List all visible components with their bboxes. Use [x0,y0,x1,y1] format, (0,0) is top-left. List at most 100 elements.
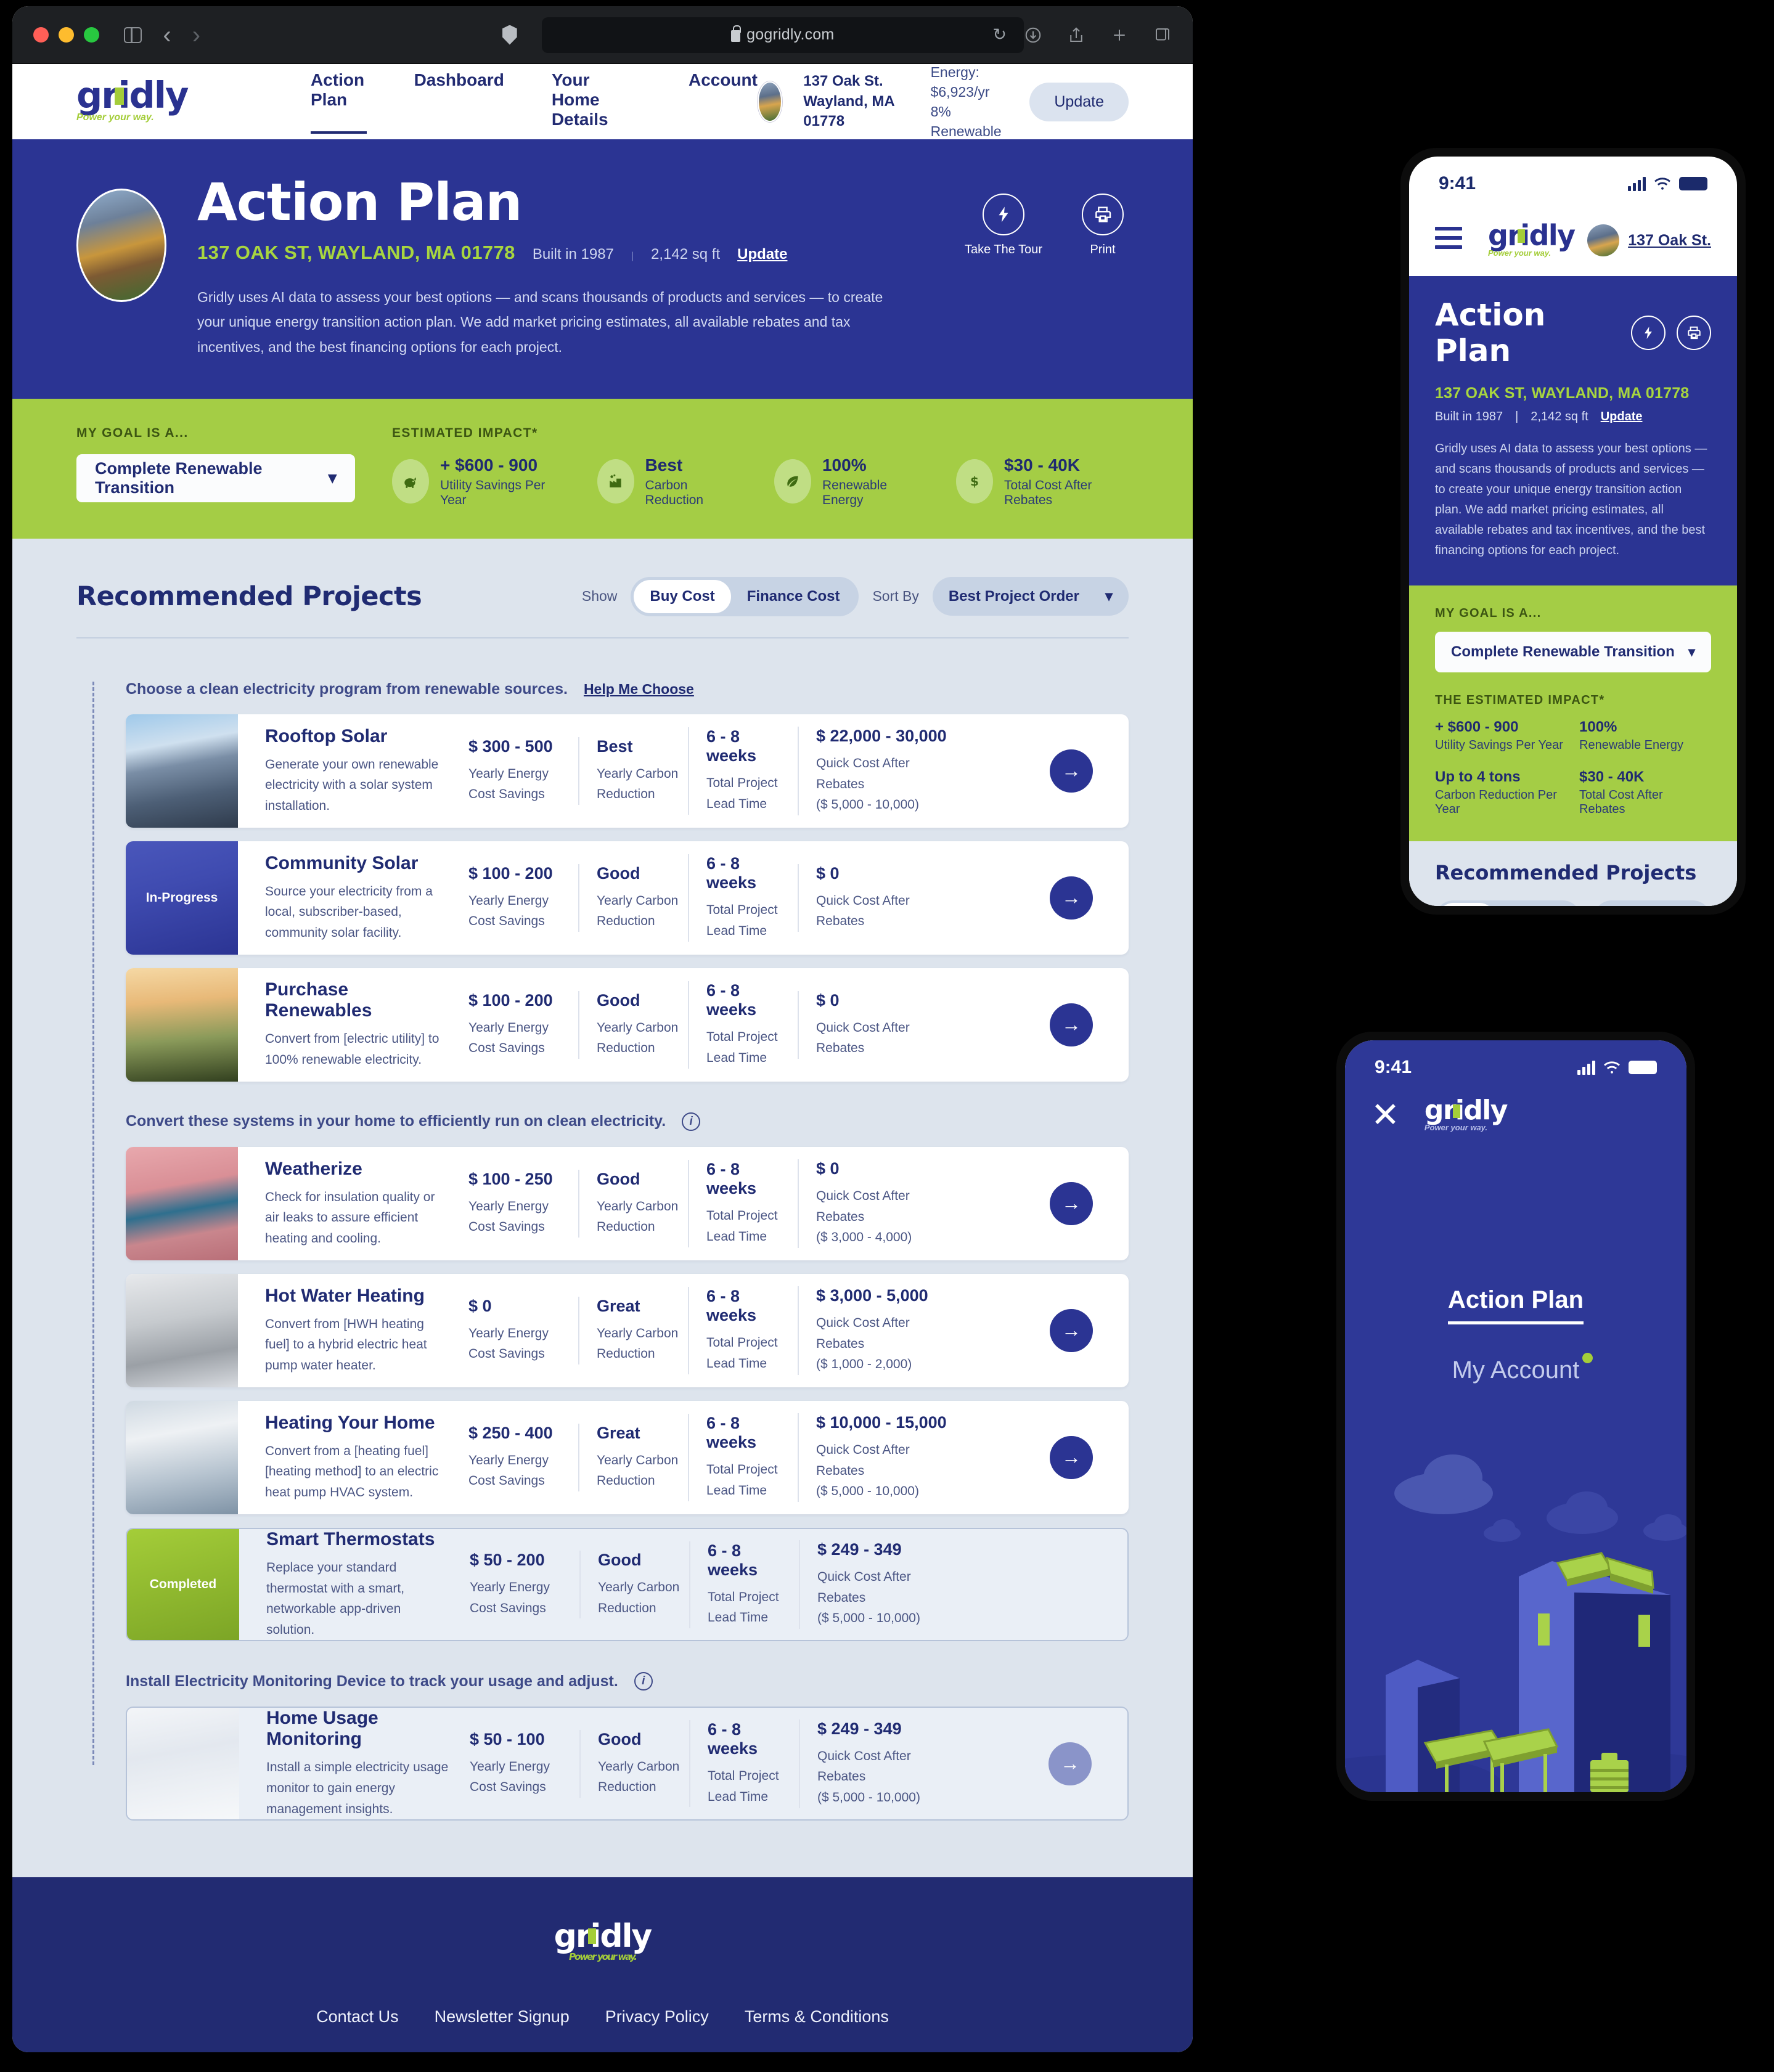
project-cost-value: $ 0 [816,990,840,1009]
window-controls[interactable] [33,27,99,43]
printer-icon[interactable] [1677,316,1711,350]
project-cost-label: Quick Cost After Rebates ($ 1,000 - 2,000… [816,1316,912,1372]
gridly-logo[interactable]: gridly Power your way. [76,77,189,123]
project-cost-label: Quick Cost After Rebates ($ 5,000 - 10,00… [817,1748,920,1805]
take-the-tour-button[interactable]: Take The Tour [965,194,1042,257]
project-open-button[interactable]: → [1048,1742,1092,1785]
sort-select[interactable]: Best Project Order ▾ [932,577,1129,616]
close-window-button[interactable] [33,27,49,43]
project-card[interactable]: Purchase Renewables Convert from [electri… [126,968,1129,1082]
footer-link-contact-us[interactable]: Contact Us [316,2007,399,2026]
phone1-goal-select[interactable]: Complete Renewable Transition ▾ [1435,632,1711,672]
phone1-update-link[interactable]: Update [1601,410,1643,424]
project-card[interactable]: 1Rooftop SolarGenerate your own renewabl… [126,714,1129,828]
cost-mode-finance[interactable]: Finance Cost [731,580,856,613]
nav-address-line1: 137 Oak St. [803,73,883,90]
project-card[interactable]: 6Home Usage MonitoringInstall a simple e… [126,1707,1129,1821]
impact-label: ESTIMATED IMPACT* [392,425,538,440]
footer-logo[interactable]: gridly Power your way. [554,1920,653,1962]
project-card[interactable]: 4Heating Your HomeConvert from a [heatin… [126,1400,1129,1514]
footer-link-newsletter-signup[interactable]: Newsletter Signup [435,2007,570,2026]
nav-item-action-plan[interactable]: Action Plan [311,70,367,134]
footer-link-privacy-policy[interactable]: Privacy Policy [605,2007,709,2026]
project-savings-label: Yearly Energy Cost Savings [470,1759,550,1795]
chevron-down-icon: ▾ [1688,644,1695,659]
project-open-button[interactable]: → [1050,1003,1093,1046]
phone1-cost-mode-finance[interactable]: Finance [1495,903,1579,906]
browser-window: ‹ › gogridly.com ↻ gridly Power your way… [12,6,1193,2052]
cost-mode-toggle[interactable]: Buy Cost Finance Cost [631,576,859,616]
info-icon[interactable]: i [634,1672,653,1691]
update-button[interactable]: Update [1029,82,1129,121]
project-card[interactable]: ✓CompletedSmart ThermostatsReplace your … [126,1527,1129,1642]
maximize-window-button[interactable] [84,27,99,43]
close-icon[interactable]: ✕ [1371,1098,1400,1132]
phone1-sort-select[interactable]: Best Project Order ▾ [1593,900,1711,906]
site-navbar: gridly Power your way. Action Plan Dashb… [12,64,1193,139]
phone2-menu-screen: 9:41 ✕ gridly Power your way. Action Pla… [1345,1040,1686,1792]
info-icon[interactable]: i [682,1112,701,1131]
hamburger-menu-icon[interactable] [1435,226,1462,255]
project-card[interactable]: 2WeatherizeCheck for insulation quality … [126,1146,1129,1260]
phone1-impact-value-2: Up to 4 tons [1435,769,1521,785]
project-savings-value: $ 0 [468,1296,492,1315]
project-status-badge: Completed [149,1577,217,1592]
phone1-cost-mode-toggle[interactable]: Buy Finance [1435,900,1581,906]
project-carbon-value: Good [597,863,640,883]
home-avatar [757,81,783,122]
impact-item-carbon: Best Carbon Reduction [597,455,737,508]
section-link[interactable]: Help Me Choose [584,681,694,698]
privacy-shield-icon[interactable] [502,25,517,45]
battery-icon [1679,177,1707,190]
logo-accent-icon [1518,229,1525,243]
bolt-icon[interactable] [1631,316,1666,350]
address-bar[interactable]: gogridly.com ↻ [541,17,1024,53]
project-open-button[interactable]: → [1050,1308,1093,1352]
project-cost-value: $ 0 [816,863,840,883]
project-lead-value: 6 - 8 weeks [708,1720,758,1758]
project-open-button[interactable]: → [1050,1181,1093,1225]
gridly-logo[interactable]: gridly Power your way. [1488,221,1576,258]
section-header: Convert these systems in your home to ef… [126,1095,1129,1147]
cost-mode-buy[interactable]: Buy Cost [634,579,731,613]
project-cost-label: Quick Cost After Rebates [816,893,910,929]
impact-value-savings: + $600 - 900 [440,455,538,475]
phone2-menu-item-action-plan[interactable]: Action Plan [1447,1286,1584,1324]
nav-item-account[interactable]: Account [689,70,758,134]
phone2-menu-item-my-account[interactable]: My Account [1452,1352,1593,1384]
printer-icon [1082,194,1124,235]
footer-link-terms-conditions[interactable]: Terms & Conditions [745,2007,889,2026]
reload-icon[interactable]: ↻ [992,25,1007,44]
project-open-button[interactable]: → [1050,876,1093,920]
back-button[interactable]: ‹ [163,23,171,47]
phone1-projects-title: Recommended Projects [1435,861,1697,884]
hero-update-link[interactable]: Update [737,246,787,263]
project-open-button[interactable]: → [1050,749,1093,793]
new-tab-icon[interactable] [1110,26,1129,44]
goal-select[interactable]: Complete Renewable Transition ▾ [76,454,355,502]
project-savings-value: $ 100 - 250 [468,1169,553,1188]
tab-overview-icon[interactable] [1153,26,1172,44]
minimize-window-button[interactable] [59,27,74,43]
header-divider [76,637,1129,638]
phone1-cost-mode-buy[interactable]: Buy [1437,903,1495,906]
gridly-logo[interactable]: gridly Power your way. [1425,1097,1508,1132]
print-button[interactable]: Print [1082,194,1124,257]
phone1-impact-label-3: Total Cost After Rebates [1579,788,1663,816]
nav-item-dashboard[interactable]: Dashboard [414,70,504,134]
phone2-navbar: ✕ gridly Power your way. [1345,1088,1686,1132]
forward-button[interactable]: › [192,23,200,47]
phone1-address-chip[interactable]: 137 Oak St. [1628,232,1711,250]
share-icon[interactable] [1067,26,1085,44]
phone-mockup-action-plan: 9:41 gridly Power your way. 137 Oak St. … [1400,148,1746,915]
project-card[interactable]: 3Hot Water HeatingConvert from [HWH heat… [126,1273,1129,1387]
project-open-button[interactable]: → [1050,1435,1093,1479]
nav-item-your-home-details[interactable]: Your Home Details [552,70,641,134]
downloads-icon[interactable] [1024,26,1042,44]
take-the-tour-label: Take The Tour [964,243,1042,256]
project-carbon-label: Yearly Carbon Reduction [597,1453,679,1488]
project-card[interactable]: In-Progress Community Solar Source your el… [126,841,1129,955]
project-title: Weatherize [265,1158,362,1179]
sidebar-toggle-icon[interactable] [124,27,142,43]
footer-logo-text: gridly [554,1918,653,1956]
